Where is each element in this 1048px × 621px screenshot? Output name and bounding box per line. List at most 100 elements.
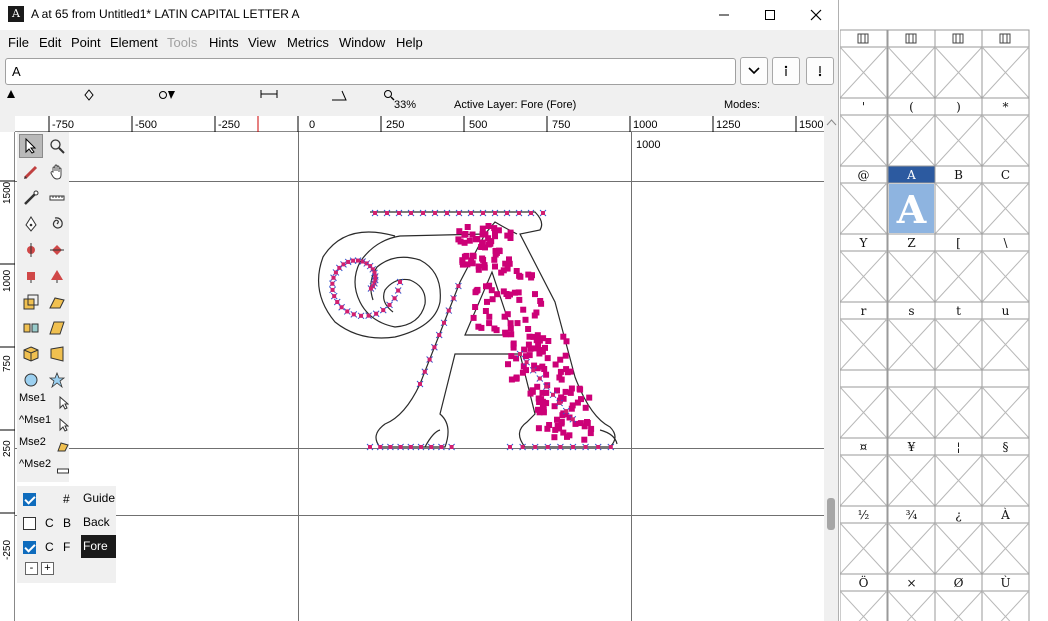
on-curve-point-marker[interactable] — [345, 309, 350, 314]
glyph-point-marker[interactable] — [551, 434, 558, 441]
knife-tool[interactable] — [19, 186, 43, 210]
flip-tool[interactable] — [19, 316, 43, 340]
on-curve-point-marker[interactable] — [531, 368, 536, 373]
perspective-tool[interactable] — [45, 342, 69, 366]
glyph-cell-label[interactable] — [934, 369, 983, 388]
on-curve-point-marker[interactable] — [359, 313, 364, 318]
on-curve-point-marker[interactable] — [570, 417, 575, 422]
on-curve-point-marker[interactable] — [387, 302, 392, 307]
glyph-cell-label[interactable] — [840, 369, 888, 388]
glyph-point-marker[interactable] — [562, 352, 569, 359]
glyph-point-marker[interactable] — [492, 263, 498, 270]
on-curve-point-marker[interactable] — [332, 294, 337, 299]
menu-edit[interactable]: Edit — [39, 35, 61, 50]
magnify-tool[interactable] — [45, 134, 69, 158]
on-curve-point-marker[interactable] — [339, 305, 344, 310]
glyph-point-marker[interactable] — [577, 386, 584, 393]
glyph-point-marker[interactable] — [504, 311, 511, 318]
glyph-point-marker[interactable] — [582, 404, 589, 411]
on-curve-point-marker[interactable] — [432, 345, 437, 350]
on-curve-point-marker[interactable] — [446, 308, 451, 313]
on-curve-point-marker[interactable] — [397, 211, 401, 215]
glyph-point-marker[interactable] — [517, 273, 524, 280]
glyph-point-marker[interactable] — [557, 368, 564, 375]
star-tool[interactable] — [45, 368, 69, 392]
menu-tools[interactable]: Tools — [167, 35, 197, 50]
glyph-point-marker[interactable] — [486, 313, 493, 320]
glyph-point-marker[interactable] — [534, 332, 541, 339]
on-curve-point-marker[interactable] — [331, 275, 336, 280]
glyph-point-marker[interactable] — [507, 325, 514, 332]
on-curve-point-marker[interactable] — [469, 211, 473, 215]
on-curve-point-marker[interactable] — [335, 300, 340, 305]
on-curve-point-marker[interactable] — [429, 445, 434, 449]
glyph-point-marker[interactable] — [484, 298, 490, 305]
layer-guide-name[interactable]: Guide — [81, 487, 116, 510]
glyph-point-marker[interactable] — [584, 420, 591, 426]
on-curve-point-marker[interactable] — [557, 400, 562, 405]
on-curve-point-marker[interactable] — [396, 288, 401, 293]
on-curve-point-marker[interactable] — [385, 211, 389, 215]
on-curve-point-marker[interactable] — [381, 308, 386, 313]
on-curve-point-marker[interactable] — [421, 211, 425, 215]
next-glyph-button[interactable] — [806, 57, 834, 85]
menu-point[interactable]: Point — [71, 35, 101, 50]
glyph-point-marker[interactable] — [520, 363, 527, 370]
glyph-point-marker[interactable] — [544, 355, 551, 362]
glyph-point-marker[interactable] — [568, 405, 575, 412]
skew-tool[interactable] — [45, 316, 69, 340]
glyph-point-marker[interactable] — [459, 261, 466, 268]
glyph-point-marker[interactable] — [536, 350, 543, 357]
on-curve-point-marker[interactable] — [571, 445, 575, 449]
layer-back-visible-checkbox[interactable] — [23, 517, 36, 530]
add-corner-point-tool[interactable] — [19, 264, 43, 288]
on-curve-point-marker[interactable] — [330, 281, 335, 286]
on-curve-point-marker[interactable] — [409, 211, 413, 215]
layer-fore-visible-checkbox[interactable] — [23, 541, 36, 554]
glyph-point-marker[interactable] — [535, 425, 542, 432]
glyph-point-marker[interactable] — [469, 260, 476, 267]
glyph-point-marker[interactable] — [520, 306, 527, 313]
on-curve-point-marker[interactable] — [366, 313, 371, 318]
glyph-outline[interactable] — [317, 211, 618, 448]
vertical-scroll-thumb[interactable] — [827, 498, 835, 530]
menu-hints[interactable]: Hints — [209, 35, 239, 50]
glyph-point-marker[interactable] — [526, 352, 533, 359]
on-curve-point-marker[interactable] — [493, 211, 497, 215]
glyph-point-marker[interactable] — [472, 304, 479, 310]
on-curve-point-marker[interactable] — [398, 280, 402, 284]
glyph-point-marker[interactable] — [488, 287, 495, 294]
glyph-point-marker[interactable] — [478, 324, 485, 331]
glyph-point-marker[interactable] — [480, 231, 487, 238]
glyph-cell-label[interactable] — [887, 29, 936, 48]
glyph-point-marker[interactable] — [556, 425, 563, 432]
on-curve-point-marker[interactable] — [422, 369, 427, 374]
layer-guide-visible-checkbox[interactable] — [23, 493, 36, 506]
glyph-point-marker[interactable] — [470, 314, 477, 321]
on-curve-point-marker[interactable] — [551, 392, 555, 397]
menu-view[interactable]: View — [248, 35, 276, 50]
on-curve-point-marker[interactable] — [373, 274, 378, 279]
pointer-tool[interactable] — [19, 134, 43, 158]
scale-tool[interactable] — [19, 290, 43, 314]
glyph-cell-label[interactable] — [981, 29, 1030, 48]
glyph-point-marker[interactable] — [482, 308, 489, 314]
glyph-point-marker[interactable] — [472, 289, 479, 296]
on-curve-point-marker[interactable] — [388, 445, 393, 449]
on-curve-point-marker[interactable] — [505, 211, 509, 215]
glyph-point-marker[interactable] — [494, 291, 501, 298]
glyph-point-marker[interactable] — [472, 236, 479, 243]
menu-help[interactable]: Help — [396, 35, 423, 50]
add-tangent-point-tool[interactable] — [45, 264, 69, 288]
add-curve-point-tool[interactable] — [19, 238, 43, 262]
layer-back-name[interactable]: Back — [81, 511, 116, 534]
glyph-point-marker[interactable] — [516, 296, 523, 303]
on-curve-point-marker[interactable] — [583, 445, 588, 449]
remove-layer-button[interactable]: - — [25, 562, 38, 575]
glyph-point-marker[interactable] — [534, 383, 541, 390]
freehand-tool[interactable] — [19, 160, 43, 184]
glyph-point-marker[interactable] — [543, 371, 550, 378]
on-curve-point-marker[interactable] — [398, 445, 403, 449]
close-button[interactable] — [793, 0, 838, 30]
glyph-point-marker[interactable] — [527, 390, 534, 397]
